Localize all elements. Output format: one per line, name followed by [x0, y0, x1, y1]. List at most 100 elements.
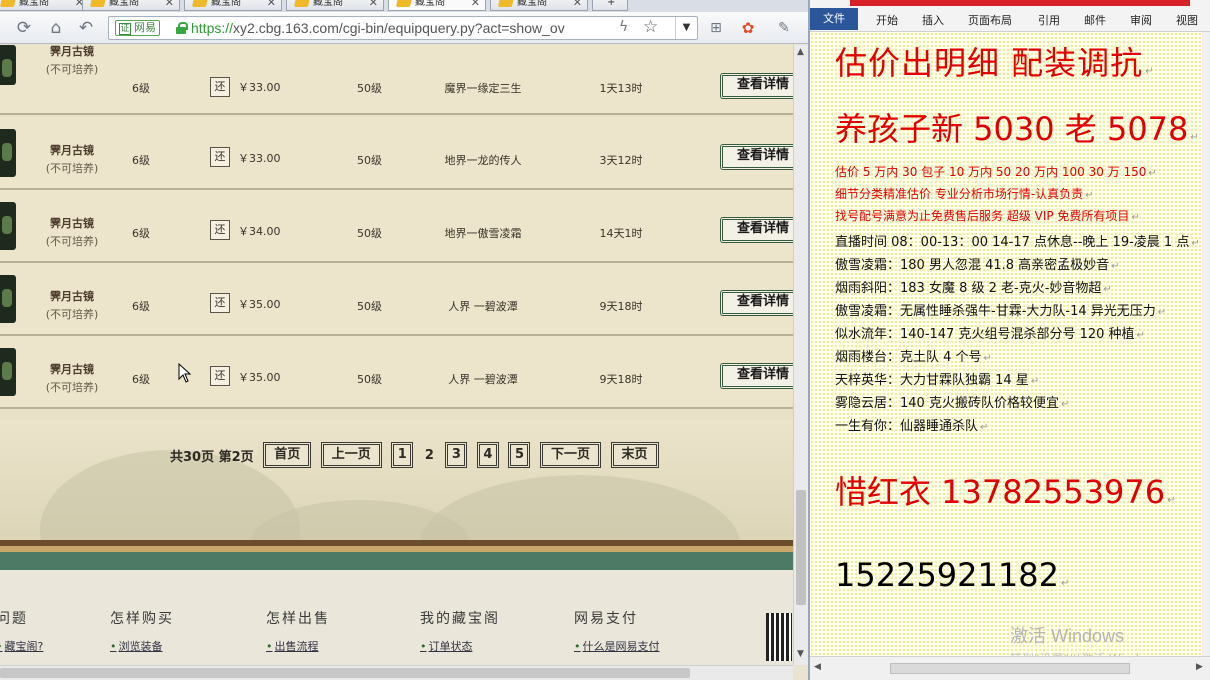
browser-tab[interactable]: 藏宝阁 ✕: [286, 0, 384, 11]
tab-file[interactable]: 文件: [810, 8, 858, 30]
doc-line: 一生有你：仙器睡通杀队 ↵: [835, 419, 989, 434]
secure-badge: 证网易: [115, 20, 160, 36]
footer-column: 我的藏宝阁 订单状态: [420, 608, 500, 654]
close-tab-icon[interactable]: ✕: [471, 0, 480, 10]
footer-link[interactable]: 什么是网易支付: [574, 638, 660, 654]
cbg-favicon-icon: [497, 0, 515, 7]
item-thumbnail[interactable]: [0, 275, 16, 323]
table-row: 霁月古镜 (不可培养) 6级 还 ￥34.00 50级 地界一傲雪凌霜 14天1…: [0, 190, 793, 263]
close-tab-icon[interactable]: ✕: [369, 0, 378, 10]
doc-line: 傲雪凌霜：无属性睡杀强牛-甘霖-大力队-14 异光无压力 ↵: [835, 304, 1167, 319]
item-thumbnail[interactable]: [0, 45, 16, 85]
prev-page-button[interactable]: 上一页: [320, 442, 382, 468]
footer-column: 问题 藏宝阁?: [0, 608, 43, 654]
grid-icon[interactable]: ⊞: [706, 18, 726, 38]
footer-link[interactable]: 出售流程: [266, 638, 330, 654]
doc-line: 估价 5 万内 30 包子 10 万内 50 20 万内 100 30 万 15…: [835, 165, 1157, 179]
page-5-button[interactable]: 5: [508, 442, 531, 468]
tab-references[interactable]: 引用: [1038, 12, 1060, 28]
page-2-current: 2: [424, 447, 434, 463]
doc-line: 找号配号满意为止免费售后服务 超级 VIP 免费所有项目 ↵: [835, 209, 1140, 223]
pagination-section: 共30页 第2页 首页 上一页 1 2 3 4 5 下一页 末页: [0, 420, 793, 615]
horizontal-scrollbar[interactable]: ◀ ▶: [810, 656, 1210, 680]
footer-links: 问题 藏宝阁? 怎样购买 浏览装备 怎样出售 出售流程 我的藏宝阁 订单状态 网…: [0, 570, 793, 665]
scroll-thumb[interactable]: [796, 490, 806, 605]
footer-link[interactable]: 浏览装备: [110, 638, 174, 654]
cbg-favicon-icon: [0, 0, 17, 7]
horizontal-scrollbar[interactable]: [0, 665, 793, 680]
view-details-button[interactable]: 查看详情: [720, 217, 793, 243]
doc-line: 细节分类精准估价 专业分析市场行情-认真负责 ↵: [835, 187, 1094, 201]
footer-link[interactable]: 订单状态: [420, 638, 500, 654]
ribbon-tabs: 文件 开始 插入 页面布局 引用 邮件 审阅 视图: [810, 0, 1210, 32]
page-4-button[interactable]: 4: [476, 442, 499, 468]
return-badge: 还: [210, 220, 230, 240]
browser-tab[interactable]: 藏宝阁 ✕: [0, 0, 90, 11]
vertical-scrollbar[interactable]: [1202, 32, 1210, 662]
scroll-up-icon[interactable]: ▲: [797, 47, 804, 57]
cbg-favicon-icon: [293, 0, 311, 7]
back-icon[interactable]: ↶: [76, 18, 96, 38]
page-3-button[interactable]: 3: [445, 442, 468, 468]
cursor-icon: [178, 363, 192, 383]
scroll-thumb[interactable]: [0, 668, 690, 678]
doc-line: 养孩子新 5030 老 5078 ↵: [835, 110, 1199, 148]
wrench-icon[interactable]: ✎: [774, 18, 794, 38]
browser-tab[interactable]: 藏宝阁 ✕: [82, 0, 180, 11]
activation-watermark: 激活 Windows: [1010, 626, 1125, 646]
scroll-thumb[interactable]: [890, 663, 1130, 674]
tab-review[interactable]: 审阅: [1130, 12, 1152, 28]
lightning-icon[interactable]: ϟ: [619, 19, 628, 35]
qr-code-icon: [766, 613, 792, 661]
view-details-button[interactable]: 查看详情: [720, 144, 793, 170]
close-tab-icon[interactable]: ✕: [165, 0, 174, 10]
title-bar-accent: [850, 0, 1190, 6]
tab-insert[interactable]: 插入: [922, 12, 944, 28]
doc-line: 15225921182 ↵: [835, 556, 1070, 594]
document-page[interactable]: 估价出明细 配装调抗 ↵ 养孩子新 5030 老 5078 ↵ 估价 5 万内 30…: [810, 32, 1210, 662]
item-thumbnail[interactable]: [0, 348, 16, 396]
page-1-button[interactable]: 1: [391, 442, 414, 468]
item-thumbnail[interactable]: [0, 129, 16, 177]
navigation-bar: ⟳ ⌂ ↶ 证网易 https://xy2.cbg.163.com/cgi-bi…: [0, 12, 808, 44]
doc-line: 估价出明细 配装调抗 ↵: [835, 44, 1155, 82]
tab-page-layout[interactable]: 页面布局: [968, 12, 1012, 28]
tab-mailings[interactable]: 邮件: [1084, 12, 1106, 28]
footer-link[interactable]: 藏宝阁?: [0, 638, 44, 654]
first-page-button[interactable]: 首页: [263, 442, 312, 468]
item-thumbnail[interactable]: [0, 202, 16, 250]
browser-tab[interactable]: 藏宝阁 ✕: [184, 0, 282, 11]
doc-line: 惜红衣 13782553976 ↵: [835, 473, 1176, 511]
page-total: 共30页: [170, 449, 215, 465]
close-tab-icon[interactable]: ✕: [573, 0, 582, 10]
scroll-left-icon[interactable]: ◀: [814, 662, 821, 672]
return-badge: 还: [210, 147, 230, 167]
tab-home[interactable]: 开始: [876, 12, 898, 28]
doc-line: 烟雨楼台：克土队 4 个号 ↵: [835, 350, 992, 365]
home-icon[interactable]: ⌂: [46, 18, 66, 38]
table-row: 霁月古镜 (不可培养) 6级 还 ￥33.00 50级 地界一龙的传人 3天12…: [0, 117, 793, 190]
scroll-right-icon[interactable]: ▶: [1196, 662, 1203, 672]
browser-tab-active[interactable]: 藏宝阁 ✕: [388, 0, 486, 11]
close-tab-icon[interactable]: ✕: [267, 0, 276, 10]
view-details-button[interactable]: 查看详情: [720, 73, 793, 99]
refresh-icon[interactable]: ⟳: [14, 18, 34, 38]
game-icon[interactable]: ✿: [738, 18, 758, 38]
star-icon[interactable]: ☆: [643, 17, 658, 37]
doc-line: 直播时间 08：00-13：00 14-17 点休息--晚上 19-凌晨 1 点…: [835, 235, 1200, 250]
view-details-button[interactable]: 查看详情: [720, 363, 793, 389]
last-page-button[interactable]: 末页: [610, 442, 659, 468]
vertical-scrollbar[interactable]: ▲ ▼: [793, 45, 808, 665]
footer-column: 网易支付 什么是网易支付: [574, 608, 660, 654]
scroll-down-icon[interactable]: ▼: [797, 649, 804, 659]
next-page-button[interactable]: 下一页: [540, 442, 602, 468]
tab-view[interactable]: 视图: [1176, 12, 1198, 28]
address-bar[interactable]: 证网易 https://xy2.cbg.163.com/cgi-bin/equi…: [108, 16, 698, 40]
browser-tab[interactable]: 藏宝阁 ✕: [490, 0, 588, 11]
view-details-button[interactable]: 查看详情: [720, 290, 793, 316]
pagination: 共30页 第2页 首页 上一页 1 2 3 4 5 下一页 末页: [170, 442, 664, 468]
chevron-down-icon[interactable]: ▼: [675, 17, 697, 39]
url-text[interactable]: https://xy2.cbg.163.com/cgi-bin/equipque…: [191, 20, 611, 36]
page-content: 霁月古镜 (不可培养) 6级 还 ￥33.00 50级 魔界一缘定三生 1天13…: [0, 45, 793, 665]
new-tab-button[interactable]: +: [592, 0, 628, 11]
